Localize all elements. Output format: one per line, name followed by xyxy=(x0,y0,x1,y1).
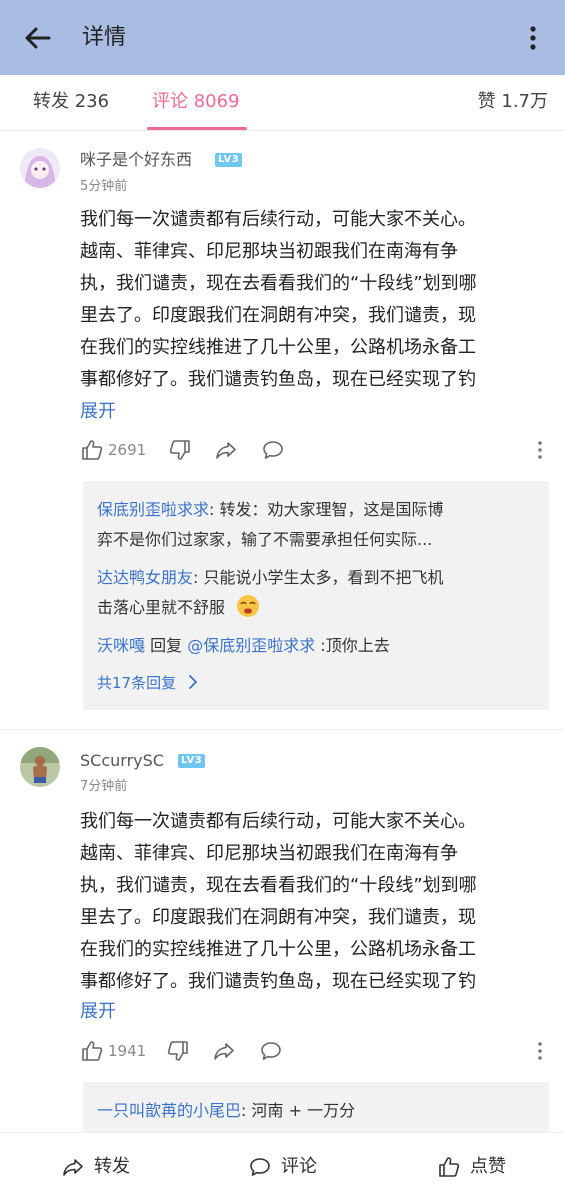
comment-time: 5分钟前 xyxy=(80,179,128,194)
reply-text: :顶你上去 xyxy=(315,636,390,655)
comment-bubble-icon[interactable] xyxy=(261,438,285,462)
reply-item[interactable]: 保底别歪啦求求: 转发：劝大家理智，这是国际博 弈不是你们过家家，输了不需要承担… xyxy=(97,495,537,555)
like-button[interactable]: 点赞 xyxy=(436,1153,516,1181)
reply-username[interactable]: 达达鸭女朋友 xyxy=(97,568,193,587)
thumbs-up-icon xyxy=(439,1157,460,1177)
reply-separator: : xyxy=(209,500,220,519)
comment-line: 里去了。印度跟我们在洞朗有冲突，我们谴责，现 xyxy=(80,907,476,928)
reply-text: 弈不是你们过家家，输了不需要承担任何实际... xyxy=(97,530,433,549)
emoji-icon xyxy=(237,595,260,617)
level-badge: LV3 xyxy=(215,153,243,167)
comment-bubble-icon xyxy=(250,1158,270,1176)
comment-label: 评论 xyxy=(281,1156,317,1177)
view-all-replies-link[interactable]: 共17条回复 xyxy=(97,672,199,694)
comment-line: 执，我们谴责，现在去看看我们的“十段线”划到哪 xyxy=(80,875,477,896)
thumbs-up-icon[interactable] xyxy=(80,438,104,462)
like-count: 2691 xyxy=(108,441,147,459)
reply-username[interactable]: 一只叫歆苒的小尾巴 xyxy=(97,1101,241,1120)
reply-text: 击落心里就不舒服 xyxy=(97,598,226,617)
reply-item[interactable]: 达达鸭女朋友: 只能说小学生太多，看到不把飞机 击落心里就不舒服 xyxy=(97,563,537,623)
reply-username[interactable]: 保底别歪啦求求 xyxy=(97,500,209,519)
like-label: 点赞 xyxy=(470,1156,506,1177)
comment-username[interactable]: 咪子是个好东西 xyxy=(80,149,192,171)
repost-label: 转发 xyxy=(94,1156,130,1177)
share-icon[interactable] xyxy=(214,438,238,462)
avatar[interactable] xyxy=(20,148,60,188)
share-icon[interactable] xyxy=(212,1039,236,1063)
comment-line: 越南、菲律宾、印尼那块当初跟我们在南海有争 xyxy=(80,241,458,262)
back-arrow-icon[interactable] xyxy=(22,22,54,54)
comment-time: 7分钟前 xyxy=(80,779,128,794)
like-count: 1941 xyxy=(108,1042,147,1060)
comment-item: 咪子是个好东西 LV3 5分钟前 我们每一次谴责都有后续行动，可能大家不关心。 … xyxy=(0,130,565,730)
comment-actions: 1941 xyxy=(80,1037,545,1065)
reply-text: 河南 + 一万分 xyxy=(251,1101,356,1120)
repost-button[interactable]: 转发 xyxy=(60,1153,140,1181)
bottom-action-bar: 转发 评论 点赞 xyxy=(0,1132,565,1201)
comment-item: SCcurrySC LV3 7分钟前 我们每一次谴责都有后续行动，可能大家不关心… xyxy=(0,730,565,1132)
reply-text: 转发：劝大家理智，这是国际博 xyxy=(219,500,444,519)
more-vertical-icon[interactable] xyxy=(535,1039,545,1063)
reply-item[interactable]: 一只叫歆苒的小尾巴: 河南 + 一万分 xyxy=(97,1096,537,1126)
comment-line: 执，我们谴责，现在去看看我们的“十段线”划到哪 xyxy=(80,273,477,294)
reply-text: 只能说小学生太多，看到不把飞机 xyxy=(203,568,444,587)
comment-line: 我们每一次谴责都有后续行动，可能大家不关心。 xyxy=(80,811,476,832)
comment-text: 我们每一次谴责都有后续行动，可能大家不关心。 越南、菲律宾、印尼那块当初跟我们在… xyxy=(80,204,540,396)
comment-actions: 2691 xyxy=(80,436,545,464)
comment-line: 在我们的实控线推进了几十公里，公路机场永备工 xyxy=(80,939,476,960)
reply-item[interactable]: 沃咪嘎 回复 @保底别歪啦求求 :顶你上去 xyxy=(97,631,537,661)
comment-line: 在我们的实控线推进了几十公里，公路机场永备工 xyxy=(80,337,476,358)
comment-button[interactable]: 评论 xyxy=(247,1153,327,1181)
reply-connector: 回复 xyxy=(145,636,188,655)
reply-separator: : xyxy=(241,1101,252,1120)
reply-username[interactable]: 沃咪嘎 xyxy=(97,636,145,655)
comment-line: 事都修好了。我们谴责钓鱼岛，现在已经实现了钓 xyxy=(80,369,476,390)
comment-bubble-icon[interactable] xyxy=(259,1039,283,1063)
expand-link[interactable]: 展开 xyxy=(80,396,116,428)
comment-line: 里去了。印度跟我们在洞朗有冲突，我们谴责，现 xyxy=(80,305,476,326)
top-bar: 详情 xyxy=(0,0,565,75)
page-title: 详情 xyxy=(82,25,127,50)
avatar[interactable] xyxy=(20,747,60,787)
comment-username[interactable]: SCcurrySC xyxy=(80,750,164,772)
thumbs-down-icon[interactable] xyxy=(166,1039,190,1063)
share-icon xyxy=(63,1159,83,1176)
reply-preview-box: 保底别歪啦求求: 转发：劝大家理智，这是国际博 弈不是你们过家家，输了不需要承担… xyxy=(83,481,549,710)
thumbs-up-icon[interactable] xyxy=(80,1039,104,1063)
tab-likes[interactable]: 赞 1.7万 xyxy=(478,89,548,115)
thumbs-down-icon[interactable] xyxy=(168,438,192,462)
reply-preview-box: 一只叫歆苒的小尾巴: 河南 + 一万分 xyxy=(83,1082,549,1132)
tab-bar: 转发 236 评论 8069 赞 1.7万 xyxy=(0,75,565,131)
chevron-right-icon xyxy=(188,675,198,689)
tab-repost[interactable]: 转发 236 xyxy=(33,89,109,115)
tab-comments[interactable]: 评论 8069 xyxy=(152,89,240,115)
reply-mention[interactable]: @保底别歪啦求求 xyxy=(187,636,315,655)
expand-link[interactable]: 展开 xyxy=(80,996,116,1028)
reply-separator: : xyxy=(193,568,204,587)
view-all-replies-label: 共17条回复 xyxy=(97,674,177,692)
more-vertical-icon[interactable] xyxy=(535,438,545,462)
comment-line: 我们每一次谴责都有后续行动，可能大家不关心。 xyxy=(80,209,476,230)
comment-line: 越南、菲律宾、印尼那块当初跟我们在南海有争 xyxy=(80,843,458,864)
comment-text: 我们每一次谴责都有后续行动，可能大家不关心。 越南、菲律宾、印尼那块当初跟我们在… xyxy=(80,806,540,998)
more-vertical-icon[interactable] xyxy=(523,22,543,54)
level-badge: LV3 xyxy=(178,754,206,768)
comment-line: 事都修好了。我们谴责钓鱼岛，现在已经实现了钓 xyxy=(80,971,476,992)
